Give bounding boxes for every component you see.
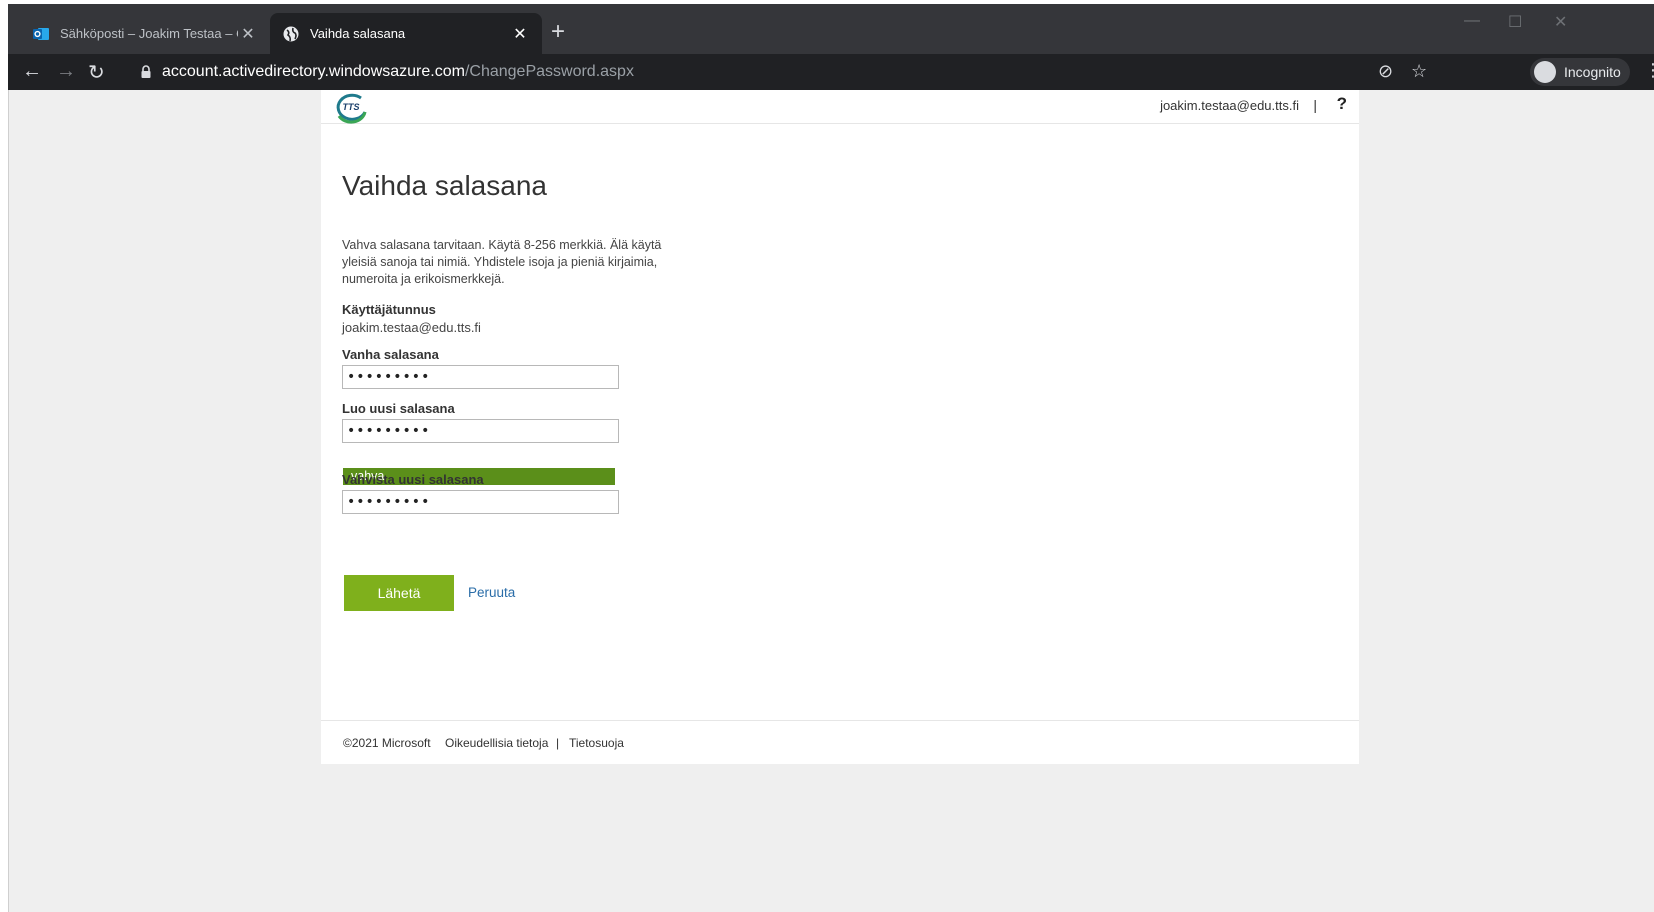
star-icon[interactable]: ☆ <box>1411 61 1427 82</box>
privacy-link[interactable]: Tietosuoja <box>569 736 624 750</box>
menu-icon[interactable]: ⋮ <box>1644 60 1654 81</box>
tab-title: Sähköposti – Joakim Testaa – Ou <box>60 26 238 41</box>
username-label: Käyttäjätunnus <box>342 302 436 317</box>
forward-icon[interactable]: → <box>56 60 76 83</box>
lock-icon <box>141 65 151 78</box>
url-text: account.activedirectory.windowsazure.com… <box>162 63 634 81</box>
page-viewport: TTS joakim.testaa@edu.tts.fi | ? Vaihda … <box>8 90 1654 912</box>
tab-title: Vaihda salasana <box>310 26 406 41</box>
eye-off-icon[interactable]: ⊘ <box>1378 61 1393 82</box>
submit-button[interactable]: Lähetä <box>344 575 454 611</box>
incognito-label: Incognito <box>1564 64 1621 80</box>
page-header: TTS joakim.testaa@edu.tts.fi | ? <box>321 90 1359 124</box>
cancel-link[interactable]: Peruuta <box>468 585 515 600</box>
copyright-text: ©2021 Microsoft <box>343 736 431 750</box>
tab-outlook[interactable]: Sähköposti – Joakim Testaa – Ou ✕ <box>20 13 270 54</box>
old-password-label: Vanha salasana <box>342 347 439 362</box>
header-separator: | <box>1313 97 1317 113</box>
outlook-icon <box>33 27 49 40</box>
confirm-password-label: Vahvista uusi salasana <box>342 472 484 487</box>
minimize-icon[interactable]: — <box>1464 12 1480 30</box>
back-icon[interactable]: ← <box>22 60 42 83</box>
new-tab-icon[interactable]: + <box>551 18 565 46</box>
new-password-label: Luo uusi salasana <box>342 401 455 416</box>
url-path: /ChangePassword.aspx <box>464 63 634 80</box>
confirm-password-field[interactable] <box>342 490 619 514</box>
incognito-badge[interactable]: Incognito <box>1530 58 1630 86</box>
tts-logo-icon: TTS <box>336 93 367 124</box>
maximize-icon[interactable]: ☐ <box>1508 12 1522 32</box>
close-window-icon[interactable]: ✕ <box>1554 12 1567 32</box>
browser-toolbar: ← → ↻ account.activedirectory.windowsazu… <box>8 54 1654 90</box>
browser-tab-bar: Sähköposti – Joakim Testaa – Ou ✕ Vaihda… <box>8 4 1654 54</box>
footer-separator: | <box>556 736 560 750</box>
page-footer: ©2021 Microsoft Oikeudellisia tietoja | … <box>321 720 1359 764</box>
help-icon[interactable]: ? <box>1337 94 1347 114</box>
address-bar[interactable]: account.activedirectory.windowsazure.com… <box>126 58 1436 86</box>
incognito-icon <box>1534 61 1556 83</box>
reload-icon[interactable]: ↻ <box>88 60 105 85</box>
url-domain: account.activedirectory.windowsazure.com <box>162 63 465 80</box>
svg-text:TTS: TTS <box>343 102 360 112</box>
close-tab-icon[interactable]: ✕ <box>238 24 258 44</box>
page-title: Vaihda salasana <box>342 170 547 201</box>
password-requirements: Vahva salasana tarvitaan. Käytä 8-256 me… <box>342 238 662 286</box>
globe-icon <box>283 26 299 41</box>
password-card: TTS joakim.testaa@edu.tts.fi | ? Vaihda … <box>321 90 1359 764</box>
close-tab-icon[interactable]: ✕ <box>510 24 530 44</box>
user-email: joakim.testaa@edu.tts.fi <box>1160 98 1299 113</box>
legal-link[interactable]: Oikeudellisia tietoja <box>445 736 548 750</box>
old-password-field[interactable] <box>342 365 619 389</box>
new-password-field[interactable] <box>342 419 619 443</box>
tab-change-password[interactable]: Vaihda salasana ✕ <box>270 13 542 54</box>
username-value: joakim.testaa@edu.tts.fi <box>342 320 481 335</box>
